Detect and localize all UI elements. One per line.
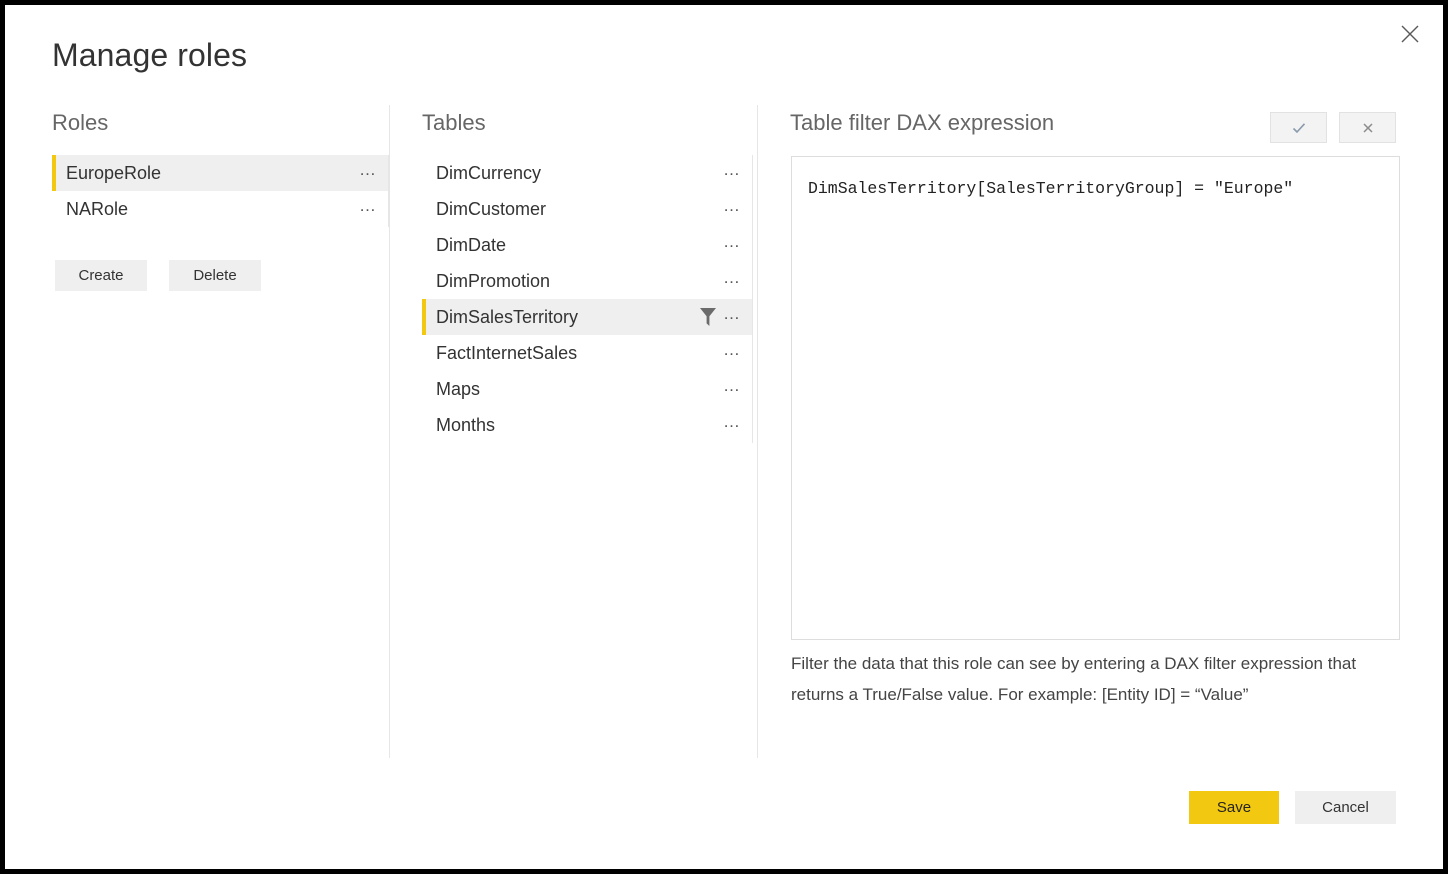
table-list-item-label: Maps xyxy=(436,378,481,399)
column-divider-roles-tables xyxy=(389,105,390,758)
table-list-item[interactable]: Months … xyxy=(422,407,753,443)
selected-accent-bar xyxy=(422,299,426,335)
manage-roles-dialog: Manage roles Roles Tables Table filter D… xyxy=(5,5,1443,869)
table-item-more-options-icon[interactable]: … xyxy=(721,269,743,287)
table-item-more-options-icon[interactable]: … xyxy=(721,305,743,323)
dax-expression-text: DimSalesTerritory[SalesTerritoryGroup] =… xyxy=(808,179,1294,198)
close-small-icon xyxy=(1361,121,1375,135)
dax-expression-input[interactable]: DimSalesTerritory[SalesTerritoryGroup] =… xyxy=(791,156,1400,640)
table-list-item[interactable]: DimSalesTerritory … xyxy=(422,299,753,335)
create-role-button[interactable]: Create xyxy=(55,260,147,291)
table-item-more-options-icon[interactable]: … xyxy=(721,341,743,359)
checkmark-icon xyxy=(1291,120,1307,136)
role-item-more-options-icon[interactable]: … xyxy=(357,197,379,215)
table-list-item-label: DimCustomer xyxy=(436,198,547,219)
table-item-more-options-icon[interactable]: … xyxy=(721,377,743,395)
screenshot-frame: Manage roles Roles Tables Table filter D… xyxy=(0,0,1448,874)
close-dialog-button[interactable] xyxy=(1389,13,1431,55)
dax-expression-heading: Table filter DAX expression xyxy=(790,110,1055,135)
role-list-item-label: EuropeRole xyxy=(66,162,162,183)
cancel-button[interactable]: Cancel xyxy=(1295,791,1396,824)
role-list-item-label: NARole xyxy=(66,198,129,219)
table-list-item-label: DimSalesTerritory xyxy=(436,306,579,327)
table-item-more-options-icon[interactable]: … xyxy=(721,161,743,179)
close-icon xyxy=(1398,22,1422,46)
table-item-more-options-icon[interactable]: … xyxy=(721,197,743,215)
table-list-item-label: DimCurrency xyxy=(436,162,542,183)
column-divider-tables-dax xyxy=(757,105,758,758)
role-action-buttons: Create Delete xyxy=(55,260,261,291)
role-item-more-options-icon[interactable]: … xyxy=(357,161,379,179)
role-list-item[interactable]: NARole … xyxy=(52,191,389,227)
dialog-title: Manage roles xyxy=(52,37,248,73)
table-list-item[interactable]: Maps … xyxy=(422,371,753,407)
role-list-item[interactable]: EuropeRole … xyxy=(52,155,389,191)
save-button[interactable]: Save xyxy=(1189,791,1279,824)
table-list-item[interactable]: FactInternetSales … xyxy=(422,335,753,371)
reject-expression-button[interactable] xyxy=(1339,112,1396,143)
selected-accent-bar xyxy=(52,155,56,191)
table-list-item-label: DimPromotion xyxy=(436,270,551,291)
filter-funnel-icon xyxy=(697,307,719,327)
table-item-more-options-icon[interactable]: … xyxy=(721,233,743,251)
roles-list: EuropeRole … NARole … xyxy=(52,155,389,227)
accept-expression-button[interactable] xyxy=(1270,112,1327,143)
roles-heading: Roles xyxy=(52,110,109,135)
dialog-footer: Save Cancel xyxy=(1189,791,1396,824)
delete-role-button[interactable]: Delete xyxy=(169,260,261,291)
table-list-item-label: FactInternetSales xyxy=(436,342,578,363)
table-list-item[interactable]: DimCustomer … xyxy=(422,191,753,227)
dax-expression-toolbar xyxy=(1270,112,1396,143)
table-item-more-options-icon[interactable]: … xyxy=(721,413,743,431)
table-list-item[interactable]: DimDate … xyxy=(422,227,753,263)
tables-list: DimCurrency… DimCustomer… DimDate… DimPromo… xyxy=(422,155,753,443)
table-list-item-label: DimDate xyxy=(436,234,507,255)
table-list-item[interactable]: DimPromotion … xyxy=(422,263,753,299)
table-list-item[interactable]: DimCurrency … xyxy=(422,155,753,191)
dax-help-text: Filter the data that this role can see b… xyxy=(791,654,1357,704)
table-list-item-label: Months xyxy=(436,414,496,435)
tables-heading: Tables xyxy=(422,110,486,135)
